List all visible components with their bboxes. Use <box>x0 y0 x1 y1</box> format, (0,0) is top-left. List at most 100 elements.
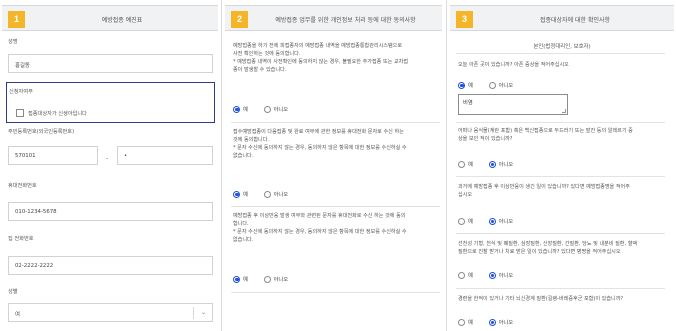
radio-yes[interactable]: 예 <box>458 271 473 279</box>
question-text: 선천성 기형, 천식 및 폐질환, 심장질환, 신장질환, 간질환, 당뇨 및 … <box>458 241 638 247</box>
radio-icon[interactable] <box>458 271 465 279</box>
divider <box>456 53 665 54</box>
panel-title: 예방접종 업무를 위한 개인정보 처리 등에 대한 동의사항 <box>275 17 416 24</box>
radio-label: 아니오 <box>273 192 289 198</box>
radio-label: 아니오 <box>498 162 514 168</box>
consent-3-options: 예 아니오 <box>233 275 302 285</box>
screening-question-1: 오늘 아픈 곳이 있습니까? 아픈 증상을 적어주십시오 <box>458 61 663 69</box>
radio-yes[interactable]: 예 <box>233 275 248 283</box>
radio-icon[interactable] <box>488 81 496 89</box>
resize-grip-icon[interactable] <box>562 109 566 113</box>
radio-label: 아니오 <box>498 273 514 279</box>
home-phone-input[interactable]: 02-2222-2222 <box>8 256 213 275</box>
radio-label: 예 <box>243 277 248 283</box>
radio-selected-icon[interactable] <box>233 190 240 198</box>
divider <box>456 122 665 123</box>
symptom-textarea[interactable]: 비염 <box>458 94 568 115</box>
newborn-checkbox[interactable] <box>16 109 24 117</box>
radio-label: 아니오 <box>273 107 289 113</box>
radio-yes[interactable]: 예 <box>458 318 473 326</box>
question-text: 예방접종을 하기 전에 피접종자의 예방접종 내역을 예방접종통합관리시스템으로 <box>233 43 403 49</box>
radio-no[interactable]: 아니오 <box>488 318 513 326</box>
radio-selected-icon[interactable] <box>233 275 240 283</box>
panel-header: 2 예방접종 업무를 위한 개인정보 처리 등에 대한 동의사항 <box>225 5 442 31</box>
radio-selected-icon[interactable] <box>488 271 496 279</box>
question-text: 상을 보인 적이 있습니까? <box>458 136 513 142</box>
radio-label: 아니오 <box>273 277 289 283</box>
divider <box>231 206 440 207</box>
radio-no[interactable]: 아니오 <box>263 190 289 198</box>
select-divider <box>193 307 194 319</box>
radio-yes[interactable]: 예 <box>458 81 473 89</box>
divider <box>231 122 440 123</box>
consent-1-options: 예 아니오 <box>233 105 302 115</box>
question-text: 과거에 예방접종 후 이상반응이 생긴 일이 있습니까? 있다면 예방접종명을 … <box>458 184 630 190</box>
consent-question-1: 예방접종을 하기 전에 피접종자의 예방접종 내역을 예방접종통합관리시스템으로… <box>233 42 438 74</box>
radio-label: 예 <box>468 162 473 168</box>
divider <box>456 176 665 177</box>
question-text: 십시오 <box>458 192 473 198</box>
radio-icon[interactable] <box>263 275 271 283</box>
rrn-back-input[interactable]: • <box>117 146 213 165</box>
radio-selected-icon[interactable] <box>458 81 465 89</box>
step-number-badge: 2 <box>231 11 248 28</box>
screening-question-5: 경련을 한적이 있거나 기타 뇌신경계 질환(길랭-바레증후군 포함)이 있습니… <box>458 295 663 303</box>
question-note: * 문자 수신에 동의하지 않는 경우, 동의하지 않은 항목에 대한 정보를 … <box>233 145 407 151</box>
screening-3-options: 예 아니오 <box>458 217 527 227</box>
respondent-subheading: 본인(법정대리인, 보호자) <box>533 44 591 50</box>
radio-yes[interactable]: 예 <box>233 190 248 198</box>
question-text: 예방접종 후 이상반응 발생 여부와 관련된 문자를 휴대전화로 수신 하는 것… <box>233 213 406 219</box>
symptom-value: 비염 <box>463 100 473 106</box>
question-note: 종이 발생할 수 있습니다. <box>233 67 287 73</box>
radio-label: 예 <box>468 273 473 279</box>
radio-no[interactable]: 아니오 <box>263 105 289 113</box>
radio-yes[interactable]: 예 <box>458 217 473 225</box>
question-note: * 문자 수신에 동의하지 않는 경우, 동의하지 않은 항목에 대한 정보를 … <box>233 229 407 235</box>
rrn-dash: - <box>106 155 109 162</box>
mobile-label: 휴대전화번호 <box>8 183 37 189</box>
radio-icon[interactable] <box>458 318 465 326</box>
divider <box>231 292 440 293</box>
step-number-badge: 3 <box>456 11 473 28</box>
radio-no[interactable]: 아니오 <box>488 271 514 279</box>
radio-label: 예 <box>243 107 248 113</box>
radio-yes[interactable]: 예 <box>458 160 473 168</box>
radio-icon[interactable] <box>263 190 271 198</box>
name-input[interactable]: 홍길동 <box>8 54 213 73</box>
question-note: 없습니다. <box>233 237 254 243</box>
radio-icon[interactable] <box>458 217 465 225</box>
guardian-section: 신청자여부 접종대상자가 신생아입니다 <box>6 82 215 123</box>
rrn-front-input[interactable]: 570101 <box>8 146 98 165</box>
screening-question-2: 어떠나 음식물(계란 포함) 혹은 백신접종으로 두드러기 또는 발진 등의 알… <box>458 127 663 143</box>
radio-label: 아니오 <box>498 219 514 225</box>
newborn-checkbox-label: 접종대상자가 신생아입니다 <box>28 111 87 117</box>
radio-selected-icon[interactable] <box>488 318 496 326</box>
panel-title: 예방접종 예진표 <box>101 17 143 24</box>
gender-label: 성별 <box>8 289 18 295</box>
radio-icon[interactable] <box>263 105 271 113</box>
radio-icon[interactable] <box>458 160 465 168</box>
screening-4-options: 예 아니오 <box>458 271 527 281</box>
radio-label: 예 <box>243 192 248 198</box>
radio-no[interactable]: 아니오 <box>488 217 514 225</box>
question-text: 사전 확인하는 것에 동의합니다. <box>233 51 301 57</box>
panel-header: 1 예방접종 예진표 <box>2 5 218 31</box>
radio-selected-icon[interactable] <box>488 160 496 168</box>
question-text: 오늘 아픈 곳이 있습니까? 아픈 증상을 적어주십시오 <box>458 62 569 68</box>
home-phone-value: 02-2222-2222 <box>15 263 54 269</box>
radio-selected-icon[interactable] <box>233 105 240 113</box>
radio-label: 예 <box>468 83 473 89</box>
radio-no[interactable]: 아니오 <box>488 160 514 168</box>
consent-panel: 2 예방접종 업무를 위한 개인정보 처리 등에 대한 동의사항 예방접종을 하… <box>225 5 442 331</box>
divider <box>456 233 665 234</box>
screening-question-3: 과거에 예방접종 후 이상반응이 생긴 일이 있습니까? 있다면 예방접종명을 … <box>458 183 663 199</box>
radio-no[interactable]: 아니오 <box>263 275 289 283</box>
step-number-badge: 1 <box>8 11 25 28</box>
radio-no[interactable]: 아니오 <box>488 81 513 89</box>
mobile-input[interactable]: 010-1234-5678 <box>8 202 213 221</box>
radio-selected-icon[interactable] <box>488 217 496 225</box>
question-note: 없습니다. <box>233 153 254 159</box>
consent-question-2: 접수예방접종이 다음접종 및 완료 여부에 관한 정보를 휴대전화 문자로 수신… <box>233 128 438 160</box>
gender-select[interactable]: 여 ⌄ <box>8 303 213 322</box>
radio-yes[interactable]: 예 <box>233 105 248 113</box>
